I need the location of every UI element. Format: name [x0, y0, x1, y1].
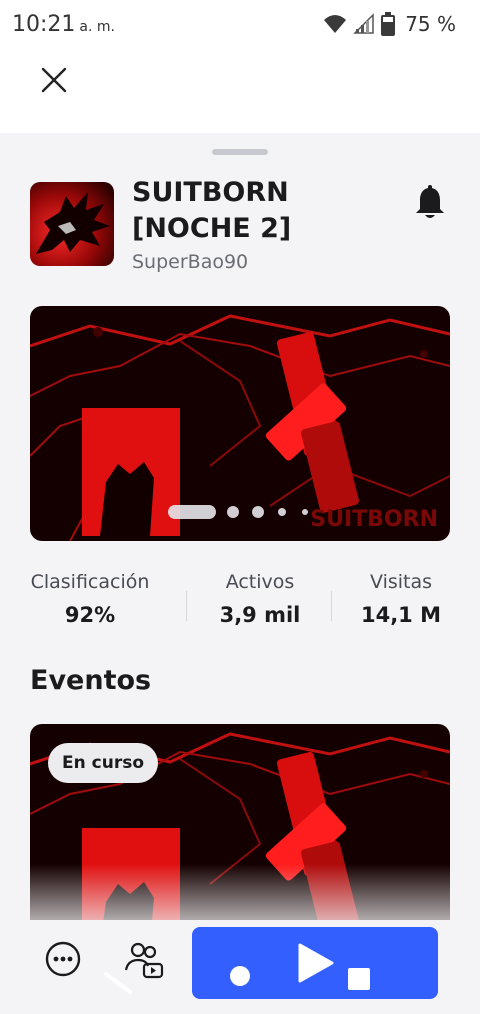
- carousel-dot-4[interactable]: [278, 508, 286, 516]
- event-card[interactable]: En curso: [30, 724, 450, 944]
- bell-icon: [416, 185, 444, 218]
- stat-active-value: 3,9 mil: [219, 603, 301, 627]
- stat-visits: Visitas 14,1 M: [350, 571, 452, 627]
- stat-visits-value: 14,1 M: [360, 603, 442, 627]
- more-options-button[interactable]: [44, 940, 82, 978]
- more-options-icon: [45, 941, 81, 977]
- status-time-value: 10:21: [12, 12, 76, 37]
- stat-visits-label: Visitas: [369, 571, 433, 593]
- events-heading: Eventos: [30, 665, 152, 696]
- status-bar: 10:21 a. m. 75 %: [0, 0, 480, 52]
- close-icon: [41, 67, 67, 93]
- carousel-dot-3[interactable]: [252, 506, 264, 518]
- game-thumbnail: [30, 182, 114, 266]
- event-status-badge: En curso: [48, 743, 158, 783]
- battery-percent: 75 %: [405, 12, 456, 36]
- stat-rating-value: 92%: [64, 603, 116, 627]
- stat-rating-label: Clasificación: [30, 571, 150, 593]
- play-icon: [298, 943, 334, 983]
- wifi-icon: [324, 15, 347, 33]
- nav-back-indicator: [104, 972, 132, 994]
- status-time: 10:21 a. m.: [12, 12, 115, 37]
- drag-handle[interactable]: [212, 149, 268, 155]
- game-creator[interactable]: SuperBao90: [132, 251, 248, 273]
- stat-rating: Clasificación 92%: [28, 571, 152, 627]
- stat-active: Activos 3,9 mil: [200, 571, 320, 627]
- carousel-pagination: [30, 505, 450, 519]
- nav-home-indicator: [230, 966, 250, 986]
- carousel-dot-5[interactable]: [302, 509, 308, 515]
- stat-divider: [186, 591, 187, 621]
- media-carousel[interactable]: SUITBORN: [30, 306, 450, 541]
- notify-button[interactable]: [408, 181, 452, 225]
- game-stats: Clasificación 92% Activos 3,9 mil Visita…: [0, 571, 480, 641]
- nav-overview-indicator: [348, 968, 370, 990]
- status-time-ampm: a. m.: [79, 19, 115, 35]
- game-title: SUITBORN [NOCHE 2]: [132, 177, 292, 244]
- carousel-dot-2[interactable]: [227, 506, 239, 518]
- stat-divider: [331, 591, 332, 621]
- play-button[interactable]: [192, 927, 438, 999]
- carousel-dot-1[interactable]: [168, 505, 216, 519]
- status-icons: 75 %: [323, 12, 456, 36]
- game-details-sheet: SUITBORN [NOCHE 2] SuperBao90 SUITBORN C…: [0, 133, 480, 1014]
- close-button[interactable]: [34, 60, 74, 100]
- stat-active-label: Activos: [225, 571, 295, 593]
- battery-icon: [381, 12, 396, 36]
- cell-signal-icon: [353, 13, 374, 34]
